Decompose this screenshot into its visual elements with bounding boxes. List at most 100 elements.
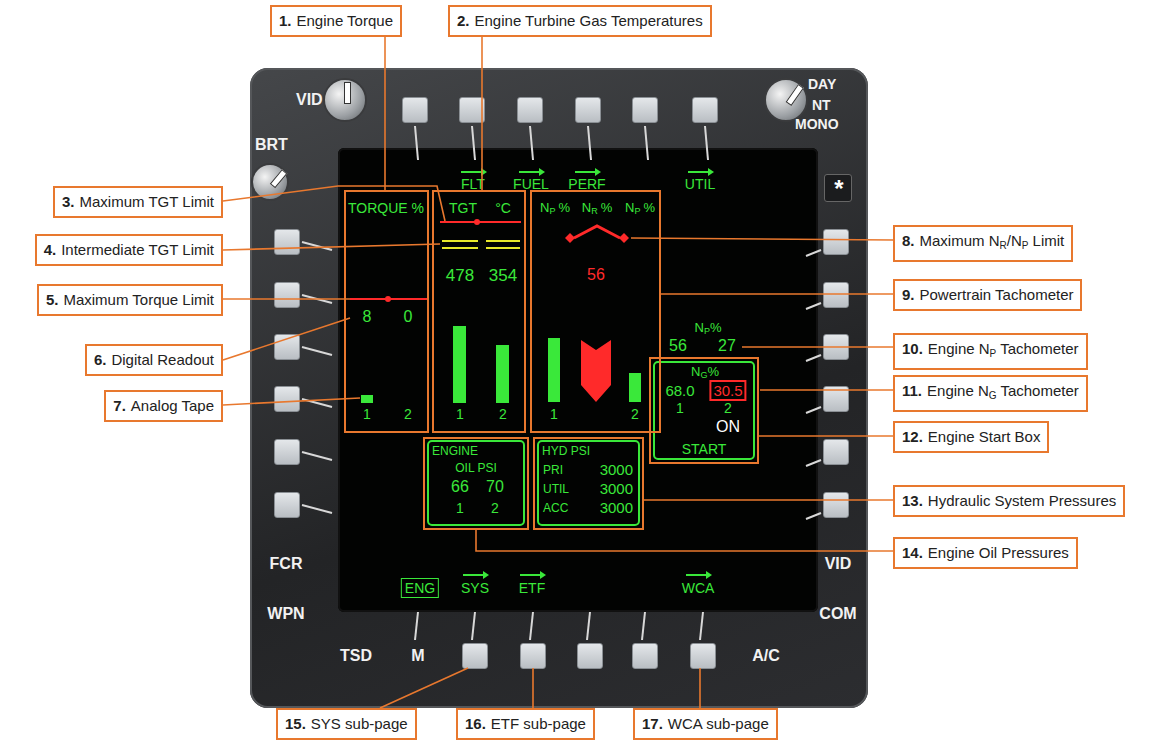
powertrain-header: NP%: [540, 200, 570, 219]
bottom-tab-label: ETF: [519, 580, 545, 596]
bezel-button: [517, 97, 543, 123]
tab-arrow-icon: [463, 574, 487, 576]
tape-track: [402, 303, 414, 403]
callout-subscript: G: [989, 390, 997, 401]
bezel-key-label[interactable]: FCR: [270, 555, 303, 573]
oil-readout: 70: [486, 478, 504, 496]
callout-subscript: P: [990, 348, 997, 359]
callout-number: 16.: [465, 715, 486, 732]
engine-label: 1: [363, 406, 371, 422]
callout-text: Engine Start Box: [928, 428, 1041, 445]
tab-arrow-icon: [519, 171, 543, 173]
limit-diamond-icon: [619, 233, 629, 243]
tape-track: [453, 293, 466, 403]
arrowhead-icon: [706, 571, 712, 579]
hyd-row-value: 3000: [600, 480, 633, 497]
leader-line: [699, 668, 701, 708]
callout-text: Powertrain Tachometer: [920, 286, 1074, 303]
max-tgt-limit-line: [440, 221, 521, 223]
bezel-button: [274, 439, 300, 465]
torque-title: TORQUE %: [348, 200, 424, 216]
callout-label: 17.WCA sub-page: [633, 708, 778, 740]
ng-value: 68.0: [665, 382, 694, 399]
bottom-tab[interactable]: SYS: [457, 578, 493, 598]
tape-fill: [453, 326, 466, 403]
nr-arrow-shape: [581, 340, 611, 402]
oil-readout: 66: [451, 478, 469, 496]
engine-label: 1: [550, 406, 558, 422]
tab-arrow-icon: [575, 171, 599, 173]
callout-label: 2.Engine Turbine Gas Temperatures: [448, 5, 712, 37]
arrowhead-icon: [481, 168, 487, 176]
callout-number: 9.: [902, 286, 915, 303]
bottom-tab-label: WCA: [682, 580, 715, 596]
oil-title: ENGINE: [432, 444, 478, 458]
nr-arrow-bar-icon: [581, 340, 611, 402]
bottom-tab[interactable]: ETF: [515, 578, 549, 598]
top-tab[interactable]: UTIL: [685, 176, 715, 192]
bezel-key-label[interactable]: VID: [825, 555, 852, 573]
torque-readout: 0: [404, 308, 413, 326]
bottom-tab-label: SYS: [461, 580, 489, 596]
bezel-key-label[interactable]: WPN: [267, 605, 304, 623]
highlight-box: [432, 190, 526, 433]
np-readout: 56: [669, 337, 687, 355]
ng-readout: 30.5: [709, 380, 746, 401]
callout-number: 4.: [44, 241, 57, 258]
tick-line: [415, 612, 418, 640]
leader-line: [223, 398, 360, 405]
bezel-key-label[interactable]: M: [411, 647, 424, 665]
callout-number: 14.: [902, 544, 923, 561]
engine-label: 2: [404, 406, 412, 422]
tab-arrow-icon: [688, 171, 712, 173]
label-subscript: G: [700, 370, 707, 380]
knob-icon: [323, 78, 367, 122]
callout-label: 13.Hydraulic System Pressures: [893, 485, 1125, 517]
leader-line: [380, 668, 468, 708]
tick-line: [806, 355, 821, 361]
label-unit: %: [643, 200, 655, 215]
tab-arrow-icon: [686, 574, 710, 576]
label-main: N: [695, 320, 704, 335]
callout-text: Engine N: [928, 340, 990, 357]
callout-label: 8.Maximum NR/NP Limit: [893, 225, 1073, 262]
knob-icon: [251, 163, 289, 201]
bezel-button: [823, 229, 849, 255]
callout-label: 12.Engine Start Box: [893, 421, 1049, 453]
star-key[interactable]: *: [824, 174, 852, 202]
tape-track: [361, 303, 373, 403]
tick-line: [302, 452, 332, 460]
callout-text: Limit: [1028, 232, 1064, 249]
leader-line: [384, 37, 386, 190]
bezel-key-label[interactable]: TSD: [340, 647, 372, 665]
bottom-tab-label: ENG: [405, 580, 435, 596]
label-unit: %: [601, 200, 613, 215]
callout-number: 13.: [902, 492, 923, 509]
max-nr-np-chevron-icon: [574, 226, 620, 238]
tick-line: [642, 612, 645, 640]
highlight-box: [423, 437, 529, 530]
bezel-key-label[interactable]: A/C: [752, 647, 780, 665]
tick-line: [806, 407, 821, 413]
bottom-tab[interactable]: WCA: [678, 578, 719, 598]
callout-label: 16. ETF sub-page: [456, 708, 595, 740]
torque-readout: 8: [363, 308, 372, 326]
tape-fill: [361, 395, 373, 403]
leader-line: [481, 37, 483, 190]
callout-label: 10.Engine NP Tachometer: [893, 333, 1088, 370]
callout-subscript: R: [1000, 240, 1007, 251]
tick-line: [700, 612, 703, 640]
callout-text: ETF sub-page: [491, 715, 586, 732]
engine-label: 2: [491, 500, 499, 516]
engine-label: 2: [499, 406, 507, 422]
bezel-button: [577, 643, 603, 669]
callout-number: 3.: [62, 193, 75, 210]
bezel-key-label[interactable]: COM: [819, 605, 856, 623]
bottom-tab[interactable]: ENG: [401, 578, 439, 598]
leader-line: [223, 244, 440, 250]
callout-text: Maximum Torque Limit: [63, 291, 214, 308]
highlight-box: [649, 357, 759, 464]
callout-text: Engine N: [927, 382, 989, 399]
powertrain-header: NP%: [625, 200, 655, 219]
leader-line: [532, 668, 534, 708]
